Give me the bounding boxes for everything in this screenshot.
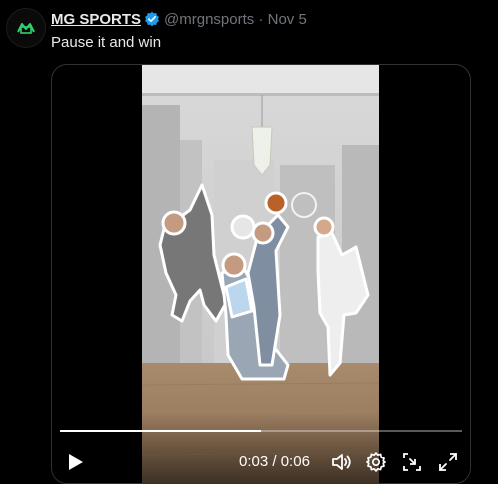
author-handle[interactable]: @mrgnsports — [164, 11, 254, 28]
current-time: 0:03 — [239, 453, 269, 470]
progress-fill — [60, 430, 261, 432]
time-display: 0:03 / 0:06 — [239, 453, 310, 470]
time-separator: / — [268, 453, 281, 470]
mg-sports-logo-icon — [17, 23, 35, 34]
verified-badge-icon — [145, 11, 159, 27]
video-player[interactable]: 0:03 / 0:06 — [51, 64, 471, 484]
picture-in-picture-icon[interactable] — [401, 451, 423, 473]
tweet-header: MG SPORTS @mrgnsports · Nov 5 — [51, 11, 307, 29]
header-separator: · — [258, 11, 264, 28]
duration: 0:06 — [280, 453, 310, 470]
author-avatar[interactable] — [6, 8, 46, 48]
tweet-text: Pause it and win — [51, 34, 162, 51]
author-name[interactable]: MG SPORTS — [51, 11, 141, 28]
fullscreen-icon[interactable] — [437, 451, 459, 473]
gear-icon[interactable] — [365, 451, 387, 473]
progress-bar[interactable] — [60, 430, 462, 432]
tweet-date[interactable]: Nov 5 — [268, 11, 307, 28]
volume-icon[interactable] — [330, 451, 352, 473]
play-icon[interactable] — [64, 451, 86, 473]
